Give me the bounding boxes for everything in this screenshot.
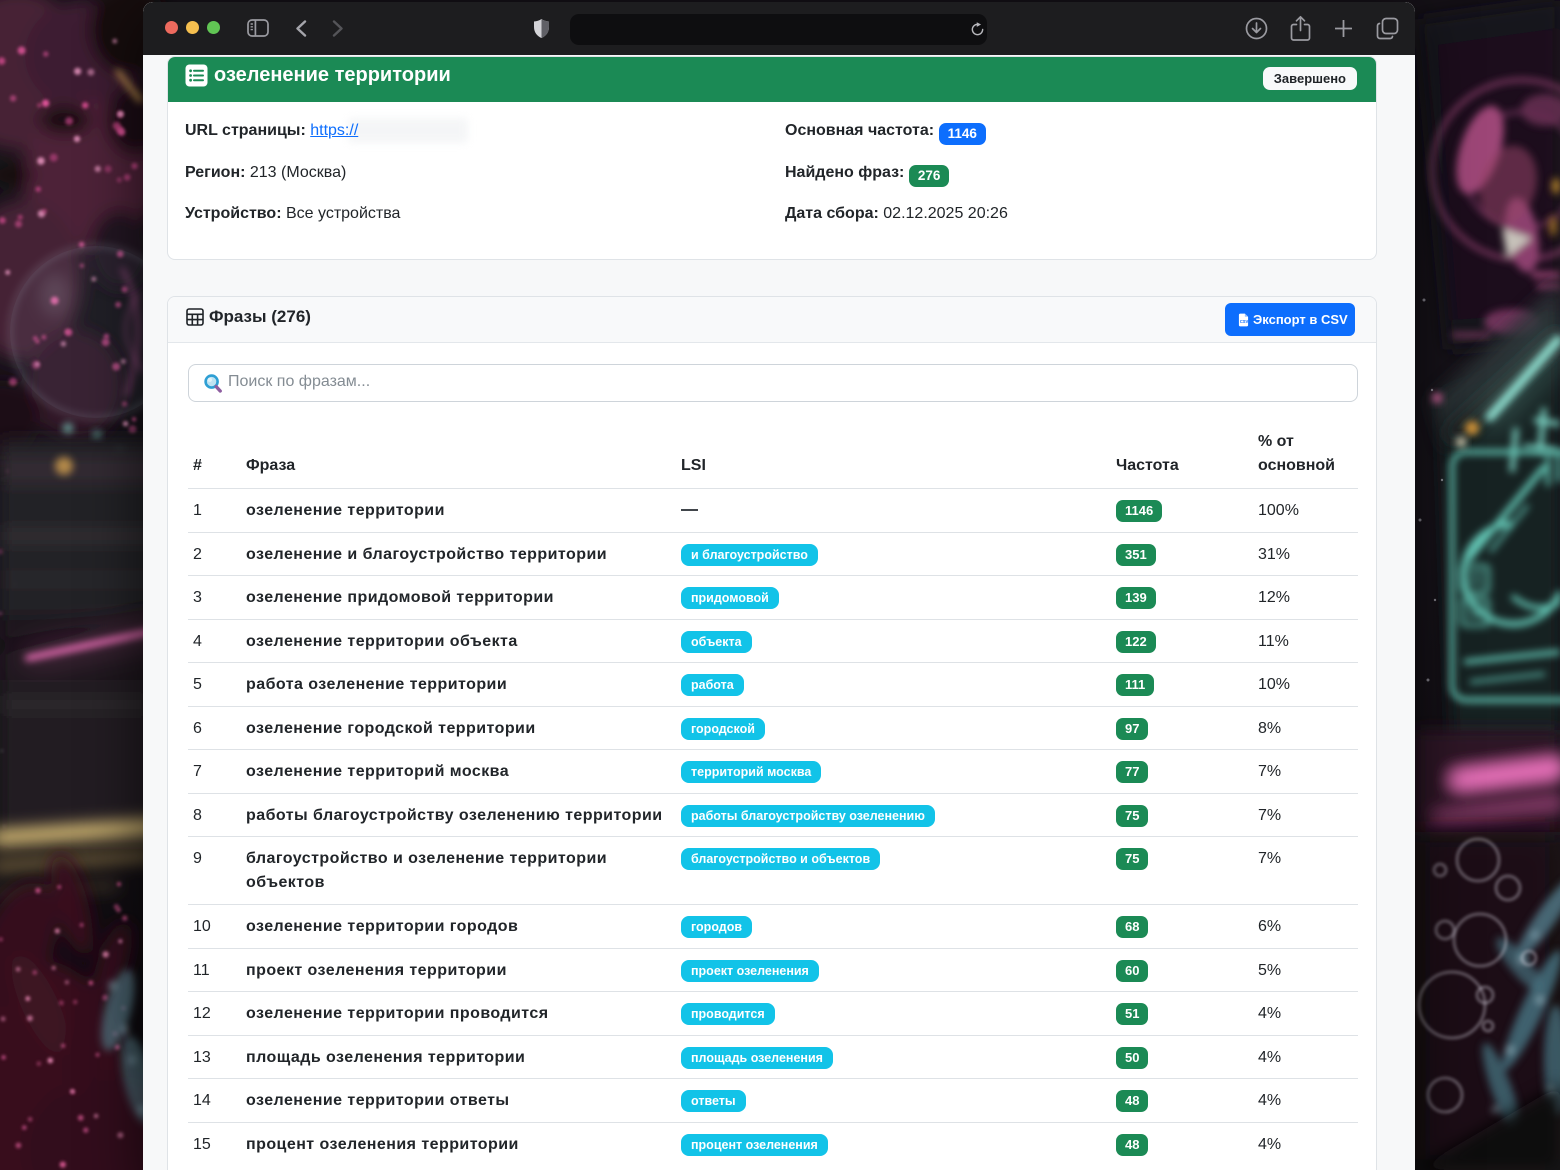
svg-text:CSV: CSV [1240,318,1249,323]
